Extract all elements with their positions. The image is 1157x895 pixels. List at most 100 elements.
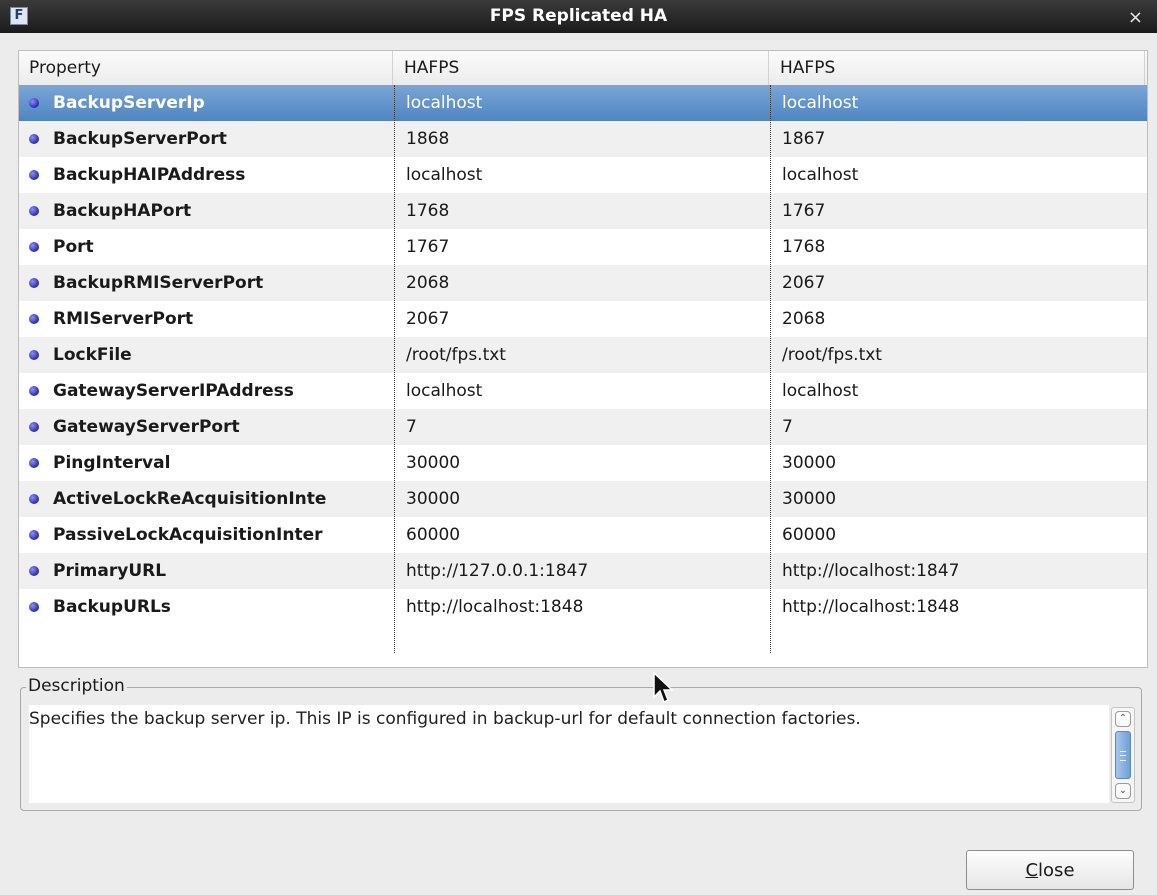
property-bullet-icon <box>29 458 39 468</box>
value-cell-hafps-1[interactable]: 2068 <box>394 265 768 301</box>
description-label: Description <box>26 675 127 697</box>
property-bullet-icon <box>29 206 39 216</box>
value-cell-hafps-1[interactable]: 60000 <box>394 517 768 553</box>
value-cell-hafps-2[interactable]: localhost <box>770 157 1147 193</box>
value-cell-hafps-1[interactable]: 30000 <box>394 445 768 481</box>
property-name: GatewayServerPort <box>53 417 240 437</box>
scroll-thumb[interactable] <box>1115 731 1131 779</box>
column-header-hafps-2[interactable]: HAFPS <box>770 51 1145 85</box>
value-cell-hafps-1[interactable]: localhost <box>394 85 768 121</box>
column-divider <box>770 85 771 653</box>
table-row[interactable]: BackupHAPort 1768 1767 <box>19 193 1147 229</box>
table-row[interactable]: BackupServerIp localhost localhost <box>19 85 1147 121</box>
scroll-down-icon[interactable]: ⌄ <box>1115 783 1131 799</box>
table-row[interactable]: BackupRMIServerPort 2068 2067 <box>19 265 1147 301</box>
description-text: Specifies the backup server ip. This IP … <box>29 709 861 729</box>
value-cell-hafps-2[interactable]: 30000 <box>770 481 1147 517</box>
close-button[interactable]: Close <box>966 850 1134 890</box>
property-bullet-icon <box>29 386 39 396</box>
property-bullet-icon <box>29 566 39 576</box>
property-name: LockFile <box>53 345 132 365</box>
property-name: PingInterval <box>53 453 171 473</box>
property-bullet-icon <box>29 494 39 504</box>
value-cell-hafps-2[interactable]: 1767 <box>770 193 1147 229</box>
value-cell-hafps-2[interactable]: localhost <box>770 85 1147 121</box>
property-cell: PingInterval <box>19 445 392 481</box>
property-cell: BackupRMIServerPort <box>19 265 392 301</box>
value-cell-hafps-2[interactable]: 7 <box>770 409 1147 445</box>
value-cell-hafps-2[interactable]: /root/fps.txt <box>770 337 1147 373</box>
property-name: BackupServerPort <box>53 129 227 149</box>
column-header-property[interactable]: Property <box>19 51 393 85</box>
value-cell-hafps-2[interactable]: 60000 <box>770 517 1147 553</box>
property-name: PassiveLockAcquisitionInter <box>53 525 323 545</box>
property-name: RMIServerPort <box>53 309 194 329</box>
property-bullet-icon <box>29 314 39 324</box>
property-bullet-icon <box>29 530 39 540</box>
mouse-cursor-icon <box>653 672 674 704</box>
property-bullet-icon <box>29 242 39 252</box>
table-row[interactable]: PassiveLockAcquisitionInter 60000 60000 <box>19 517 1147 553</box>
property-cell: BackupURLs <box>19 589 392 625</box>
close-button-label: lose <box>1038 860 1075 881</box>
table-header: Property HAFPS HAFPS <box>19 51 1147 86</box>
value-cell-hafps-2[interactable]: 1768 <box>770 229 1147 265</box>
property-cell: GatewayServerIPAddress <box>19 373 392 409</box>
value-cell-hafps-1[interactable]: 1767 <box>394 229 768 265</box>
description-scrollbar[interactable]: ⌃ ⌄ <box>1111 707 1135 803</box>
value-cell-hafps-2[interactable]: http://localhost:1847 <box>770 553 1147 589</box>
property-cell: RMIServerPort <box>19 301 392 337</box>
property-bullet-icon <box>29 170 39 180</box>
property-name: BackupURLs <box>53 597 171 617</box>
column-header-hafps-1[interactable]: HAFPS <box>394 51 769 85</box>
property-bullet-icon <box>29 350 39 360</box>
table-row[interactable]: ActiveLockReAcquisitionInte 30000 30000 <box>19 481 1147 517</box>
table-row[interactable]: Port 1767 1768 <box>19 229 1147 265</box>
value-cell-hafps-1[interactable]: localhost <box>394 373 768 409</box>
property-name: ActiveLockReAcquisitionInte <box>53 489 327 509</box>
property-cell: PrimaryURL <box>19 553 392 589</box>
value-cell-hafps-1[interactable]: 7 <box>394 409 768 445</box>
table-row[interactable]: BackupServerPort 1868 1867 <box>19 121 1147 157</box>
property-cell: BackupHAIPAddress <box>19 157 392 193</box>
property-cell: BackupServerPort <box>19 121 392 157</box>
value-cell-hafps-2[interactable]: 1867 <box>770 121 1147 157</box>
table-row[interactable]: BackupURLs http://localhost:1848 http://lo… <box>19 589 1147 625</box>
property-name: BackupRMIServerPort <box>53 273 264 293</box>
table-row[interactable]: BackupHAIPAddress localhost localhost <box>19 157 1147 193</box>
value-cell-hafps-2[interactable]: 2068 <box>770 301 1147 337</box>
property-table: Property HAFPS HAFPS BackupServerIp local… <box>18 50 1148 668</box>
property-bullet-icon <box>29 422 39 432</box>
value-cell-hafps-2[interactable]: 2067 <box>770 265 1147 301</box>
property-name: GatewayServerIPAddress <box>53 381 294 401</box>
value-cell-hafps-1[interactable]: 30000 <box>394 481 768 517</box>
value-cell-hafps-2[interactable]: localhost <box>770 373 1147 409</box>
value-cell-hafps-1[interactable]: http://127.0.0.1:1847 <box>394 553 768 589</box>
property-name: BackupServerIp <box>53 93 205 113</box>
scroll-up-icon[interactable]: ⌃ <box>1115 711 1131 727</box>
table-row[interactable]: GatewayServerIPAddress localhost localhost <box>19 373 1147 409</box>
table-row[interactable]: LockFile/root/fps.txt/root/fps.txt <box>19 337 1147 373</box>
value-cell-hafps-1[interactable]: localhost <box>394 157 768 193</box>
column-divider <box>394 85 395 653</box>
value-cell-hafps-2[interactable]: 30000 <box>770 445 1147 481</box>
value-cell-hafps-1[interactable]: 2067 <box>394 301 768 337</box>
value-cell-hafps-1[interactable]: 1768 <box>394 193 768 229</box>
property-cell: LockFile <box>19 337 392 373</box>
table-row[interactable]: PrimaryURL http://127.0.0.1:1847 http://lo… <box>19 553 1147 589</box>
value-cell-hafps-2[interactable]: http://localhost:1848 <box>770 589 1147 625</box>
table-row[interactable]: PingInterval 30000 30000 <box>19 445 1147 481</box>
property-name: PrimaryURL <box>53 561 167 581</box>
value-cell-hafps-1[interactable]: 1868 <box>394 121 768 157</box>
table-row[interactable]: GatewayServerPort 7 7 <box>19 409 1147 445</box>
property-cell: BackupHAPort <box>19 193 392 229</box>
property-bullet-icon <box>29 602 39 612</box>
table-row[interactable]: RMIServerPort 2067 2068 <box>19 301 1147 337</box>
window-title: FPS Replicated HA <box>489 6 668 26</box>
property-cell: Port <box>19 229 392 265</box>
window-close-icon[interactable]: × <box>1128 0 1143 33</box>
value-cell-hafps-1[interactable]: /root/fps.txt <box>394 337 768 373</box>
value-cell-hafps-1[interactable]: http://localhost:1848 <box>394 589 768 625</box>
description-area[interactable]: Specifies the backup server ip. This IP … <box>29 705 1109 803</box>
property-bullet-icon <box>29 134 39 144</box>
